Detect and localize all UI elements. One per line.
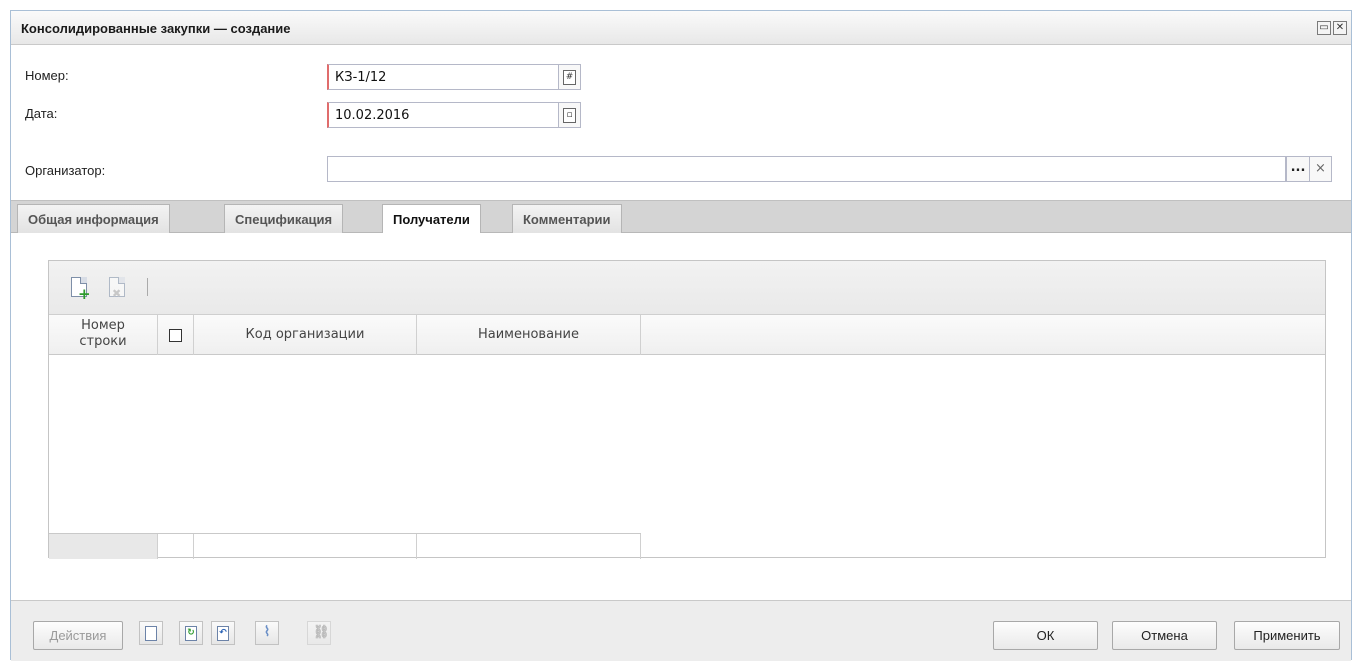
date-picker-button[interactable]: ▫ [559, 102, 581, 128]
organizer-clear-button[interactable]: × [1310, 156, 1332, 182]
column-header-row-number-line2: строки [79, 334, 127, 349]
undo-icon: ↶ [217, 626, 229, 641]
add-row-button[interactable]: + [63, 271, 93, 305]
undo-button[interactable]: ↶ [211, 621, 235, 645]
window-title: Консолидированные закупки — создание [21, 21, 291, 36]
apply-button[interactable]: Применить [1234, 621, 1340, 650]
organizer-select-button[interactable]: ... [1286, 156, 1310, 182]
date-label: Дата: [25, 106, 58, 121]
tab-strip: Общая информация Спецификация Получатели… [11, 200, 1351, 235]
grid-header: Номер строки Код организации Наименовани… [49, 315, 1325, 355]
calendar-icon: ▫ [563, 108, 576, 123]
column-header-org-code[interactable]: Код организации [194, 315, 417, 355]
actions-button[interactable]: Действия [33, 621, 123, 650]
dialog-window: Консолидированные закупки — создание ▭ ✕… [10, 10, 1352, 661]
summary-cell-row-number [49, 534, 158, 559]
toolbar-separator [147, 278, 148, 296]
link-button[interactable]: ⛓ [307, 621, 331, 645]
organizer-label: Организатор: [25, 163, 106, 178]
number-generate-button[interactable]: # [559, 64, 581, 90]
summary-cell-name [417, 534, 641, 559]
date-input[interactable]: 10.02.2016 [327, 102, 559, 128]
plus-icon: + [78, 285, 91, 303]
tab-recipients[interactable]: Получатели [382, 204, 481, 235]
column-header-row-number-line1: Номер [81, 318, 125, 333]
organizer-input[interactable] [327, 156, 1286, 182]
refresh-button[interactable]: ↻ [179, 621, 203, 645]
grid-toolbar: + ✖ [49, 261, 1325, 315]
document-button[interactable] [139, 621, 163, 645]
x-icon: ✖ [112, 287, 122, 300]
link-icon: ⛓ [313, 625, 330, 640]
tab-specification[interactable]: Спецификация [224, 204, 344, 234]
column-header-row-number[interactable]: Номер строки [49, 315, 158, 355]
paperclip-icon: ⌇ [263, 624, 271, 640]
hash-icon: # [563, 70, 576, 85]
delete-row-button[interactable]: ✖ [101, 271, 131, 305]
close-icon[interactable]: ✕ [1333, 21, 1347, 35]
number-input[interactable]: КЗ-1/12 [327, 64, 559, 90]
cancel-button[interactable]: Отмена [1112, 621, 1217, 650]
refresh-icon: ↻ [185, 626, 197, 641]
summary-cell-checkbox [158, 534, 194, 559]
summary-cell-org-code [194, 534, 417, 559]
bottom-toolbar: Действия ↻ ↶ ⌇ ⛓ ОК Отмена Применить [11, 600, 1351, 661]
ok-button[interactable]: ОК [993, 621, 1098, 650]
column-header-name[interactable]: Наименование [417, 315, 641, 355]
column-header-select-all[interactable] [158, 315, 194, 355]
tab-comments[interactable]: Комментарии [512, 204, 622, 234]
select-all-checkbox[interactable] [169, 329, 182, 342]
titlebar: Консолидированные закупки — создание ▭ ✕ [11, 11, 1351, 45]
document-icon [145, 626, 157, 641]
maximize-icon[interactable]: ▭ [1317, 21, 1331, 35]
attach-button[interactable]: ⌇ [255, 621, 279, 645]
tab-general-info[interactable]: Общая информация [17, 204, 170, 234]
recipients-grid: + ✖ Номер строки Код организации Наимено… [48, 260, 1326, 559]
number-label: Номер: [25, 68, 69, 83]
grid-summary-row [49, 533, 641, 559]
